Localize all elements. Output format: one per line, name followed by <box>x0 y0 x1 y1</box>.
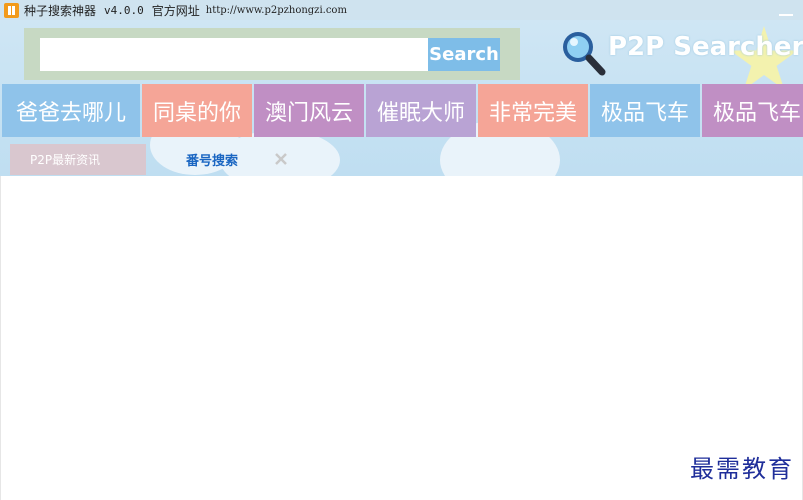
hot-keyword-tile[interactable]: 澳门风云 <box>254 84 364 137</box>
brand-name: P2P Searcher <box>608 32 803 62</box>
close-icon[interactable] <box>274 152 288 166</box>
official-site-label: 官方网址 <box>151 3 200 18</box>
title-bar: 种子搜索神器 v4.0.0 官方网址 http://www.p2pzhongzi… <box>0 0 803 20</box>
app-title: 种子搜索神器 <box>24 3 97 18</box>
content-area: 最需教育 <box>0 176 803 500</box>
tab-code-search[interactable]: 番号搜索 <box>186 150 238 169</box>
hot-keyword-tile[interactable]: 爸爸去哪儿 <box>2 84 140 137</box>
official-site-url[interactable]: http://www.p2pzhongzi.com <box>206 5 347 16</box>
search-input[interactable] <box>40 38 428 71</box>
watermark: 最需教育 <box>690 455 794 483</box>
app-logo-icon <box>4 2 19 18</box>
hot-keyword-tile[interactable]: 极品飞车 <box>702 84 803 137</box>
search-bar: Search <box>24 28 520 80</box>
app-version: v4.0.0 <box>104 3 144 17</box>
hot-keyword-tile[interactable]: 同桌的你 <box>142 84 252 137</box>
magnifier-icon <box>563 32 606 76</box>
hot-keyword-tile[interactable]: 极品飞车 <box>590 84 700 137</box>
minimize-button[interactable] <box>779 6 793 16</box>
hot-keywords: 爸爸去哪儿 同桌的你 澳门风云 催眠大师 非常完美 极品飞车 极品飞车 <box>0 84 803 137</box>
hot-keyword-tile[interactable]: 非常完美 <box>478 84 588 137</box>
tab-bar: P2P最新资讯 番号搜索 <box>0 144 803 176</box>
hot-keyword-tile[interactable]: 催眠大师 <box>366 84 476 137</box>
header: Search P2P Searcher 爸爸去哪儿 同桌的你 澳门风云 催眠大师… <box>0 20 803 176</box>
search-button[interactable]: Search <box>428 38 500 71</box>
tab-p2p-news[interactable]: P2P最新资讯 <box>10 144 146 175</box>
